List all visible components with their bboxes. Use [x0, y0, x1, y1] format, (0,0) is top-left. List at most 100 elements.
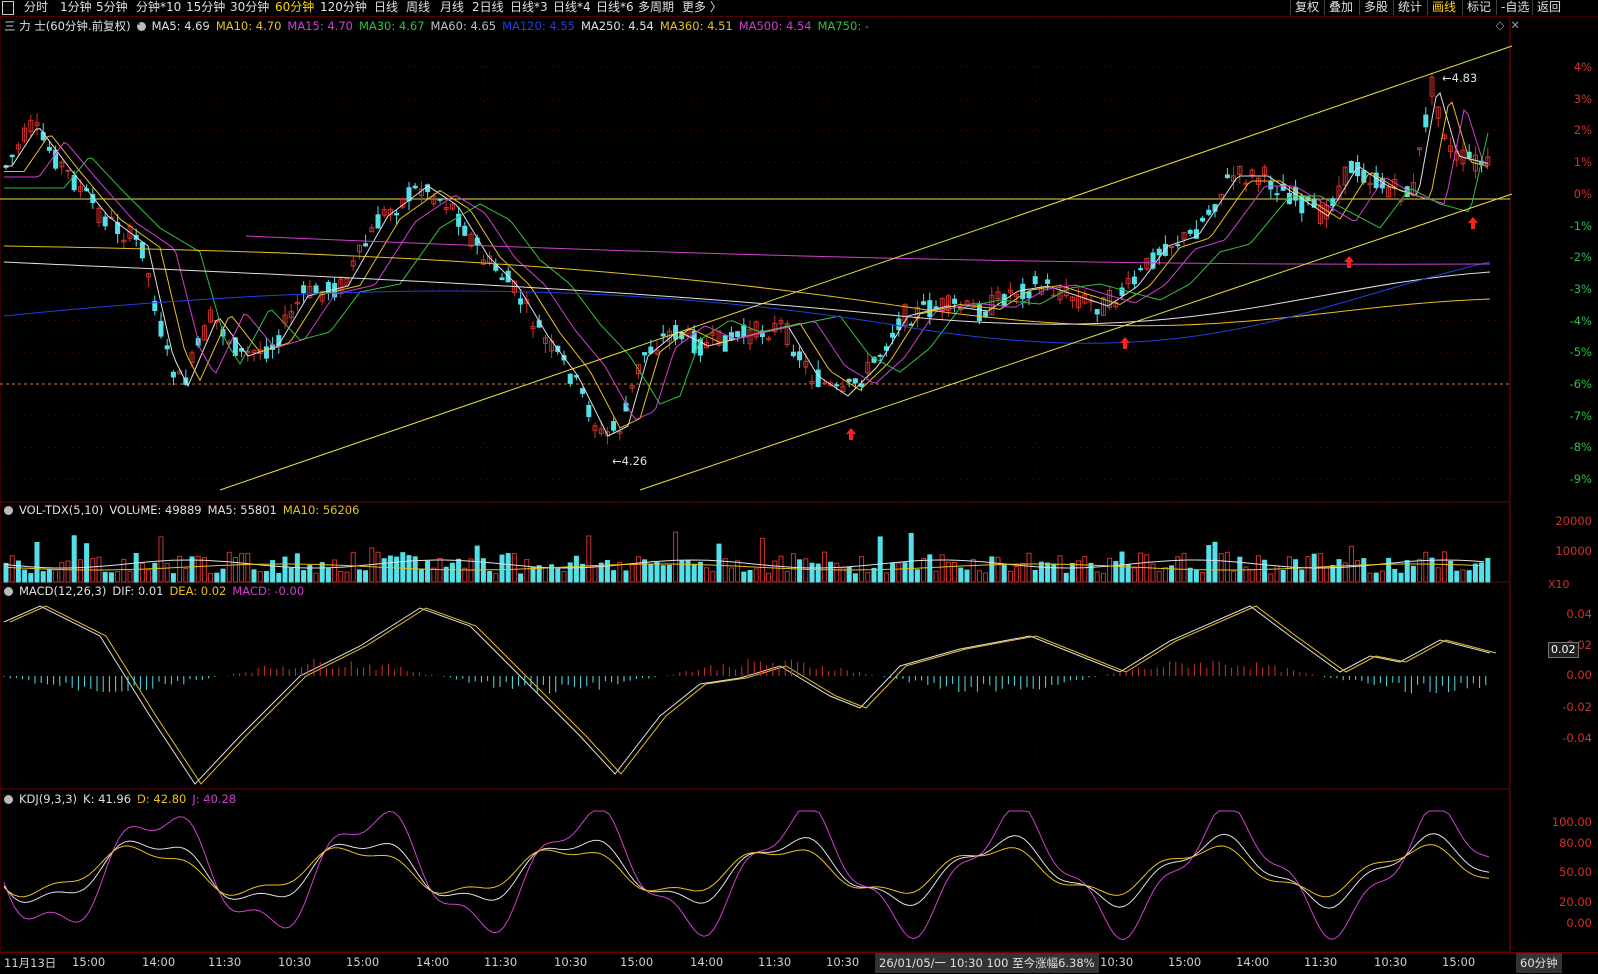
volume-bar — [1262, 559, 1268, 583]
volume-bar — [1088, 562, 1094, 583]
volume-bar — [1038, 561, 1044, 583]
volume-bar — [1361, 558, 1367, 583]
volume-bar — [40, 571, 46, 583]
volume-bar — [493, 572, 499, 583]
time-label-19: 15:00 — [1442, 955, 1476, 969]
tab-0[interactable]: 分时 — [24, 0, 48, 15]
tool-button-6[interactable]: -自选 — [1496, 0, 1533, 15]
tool-button-4[interactable]: 画线 — [1427, 0, 1460, 15]
candle-body — [1224, 174, 1230, 179]
volume-bar — [201, 557, 207, 583]
volume-bar — [121, 558, 127, 583]
tab-3[interactable]: 分钟*10 — [136, 0, 181, 15]
candlestick-chart[interactable]: ←4.83 ←4.26 — [0, 16, 1598, 952]
tool-button-1[interactable]: 叠加 — [1324, 0, 1357, 15]
volume-bar — [716, 543, 722, 583]
candle-body — [933, 306, 939, 309]
period-selector[interactable]: 60分钟 — [1516, 953, 1562, 973]
volume-bar — [84, 543, 90, 583]
volume-bar — [1131, 567, 1137, 583]
time-label-15: 15:00 — [1168, 955, 1202, 969]
tab-1[interactable]: 1分钟 — [60, 0, 92, 15]
volume-bar — [1063, 572, 1069, 583]
tab-10[interactable]: 月线 — [440, 0, 464, 15]
candle-body — [139, 242, 145, 259]
candle-body — [1200, 217, 1206, 222]
price_axis-label-5: -1% — [1569, 218, 1592, 233]
candle-body — [877, 354, 883, 357]
volume-bar — [1032, 569, 1038, 583]
candle-body — [46, 146, 52, 151]
tab-12[interactable]: 日线*3 — [510, 0, 548, 15]
volume-bar — [1156, 570, 1162, 583]
buy-arrow-icon-1 — [1120, 337, 1130, 349]
volume-bar — [654, 561, 660, 583]
tool-button-7[interactable]: 返回 — [1532, 0, 1565, 15]
volume-bar — [945, 561, 951, 583]
volume-bar — [821, 551, 827, 583]
tab-11[interactable]: 2日线 — [472, 0, 504, 15]
volume-bar — [642, 559, 648, 583]
time-label-6: 14:00 — [416, 955, 450, 969]
tab-16[interactable]: 更多 〉 — [682, 0, 722, 15]
volume-bar — [995, 556, 1001, 583]
volume-bar — [431, 567, 437, 583]
time-label-18: 10:30 — [1374, 955, 1408, 969]
volume-bar — [834, 562, 840, 583]
volume-bar — [902, 562, 908, 583]
volume-bar — [226, 551, 232, 583]
candle-body — [927, 300, 933, 318]
kdj_axis-label-1: 80.00 — [1559, 836, 1592, 850]
price_axis-label-12: -8% — [1569, 440, 1592, 455]
volume-bar — [108, 572, 114, 583]
volume-bar — [1057, 555, 1063, 583]
volume-bar — [332, 559, 338, 583]
volume-bar — [1324, 567, 1330, 583]
candle-body — [834, 384, 840, 387]
price_axis-label-3: 1% — [1573, 155, 1592, 170]
candle-body — [1138, 268, 1144, 271]
tab-13[interactable]: 日线*4 — [553, 0, 591, 15]
volume-bar — [1472, 563, 1478, 583]
volume-bar — [220, 568, 226, 583]
candle-body — [1187, 230, 1193, 234]
candle-body — [170, 371, 176, 378]
volume-bar — [1373, 572, 1379, 583]
toolbar-menu-icon[interactable] — [2, 1, 14, 15]
kdj-j — [3, 810, 1490, 941]
volume-bar — [914, 569, 920, 583]
volume-bar — [257, 571, 263, 583]
volume-bar — [1423, 551, 1429, 583]
tab-4[interactable]: 15分钟 — [186, 0, 225, 15]
tab-7[interactable]: 120分钟 — [320, 0, 367, 15]
tool-button-0[interactable]: 复权 — [1290, 0, 1323, 15]
tab-14[interactable]: 日线*6 — [596, 0, 634, 15]
macd-value-tag: 0.02 — [1548, 642, 1579, 658]
volume-bar — [896, 562, 902, 583]
volume-bar — [1392, 568, 1398, 583]
tab-8[interactable]: 日线 — [374, 0, 398, 15]
candle-body — [164, 345, 170, 350]
price_axis-label-1: 3% — [1573, 91, 1592, 106]
candle-body — [983, 311, 989, 318]
tool-button-3[interactable]: 统计 — [1393, 0, 1426, 15]
volume-bar — [846, 566, 852, 583]
volume-bar — [1293, 559, 1299, 583]
volume-bar — [1299, 569, 1305, 583]
tab-5[interactable]: 30分钟 — [230, 0, 269, 15]
tool-button-5[interactable]: 标记 — [1462, 0, 1495, 15]
volume-bar — [387, 555, 393, 583]
candle-body — [852, 378, 858, 384]
tool-button-2[interactable]: 多股 — [1359, 0, 1392, 15]
volume-bar — [629, 564, 635, 583]
tab-2[interactable]: 5分钟 — [96, 0, 128, 15]
candle-body — [462, 225, 468, 236]
volume-bar — [437, 557, 443, 583]
tab-15[interactable]: 多周期 — [638, 0, 674, 15]
tab-9[interactable]: 周线 — [406, 0, 430, 15]
volume-bar — [139, 562, 145, 583]
volume-bar — [1001, 564, 1007, 583]
candle-body — [301, 285, 307, 294]
volume-bar — [1224, 551, 1230, 583]
tab-6[interactable]: 60分钟 — [275, 0, 314, 15]
